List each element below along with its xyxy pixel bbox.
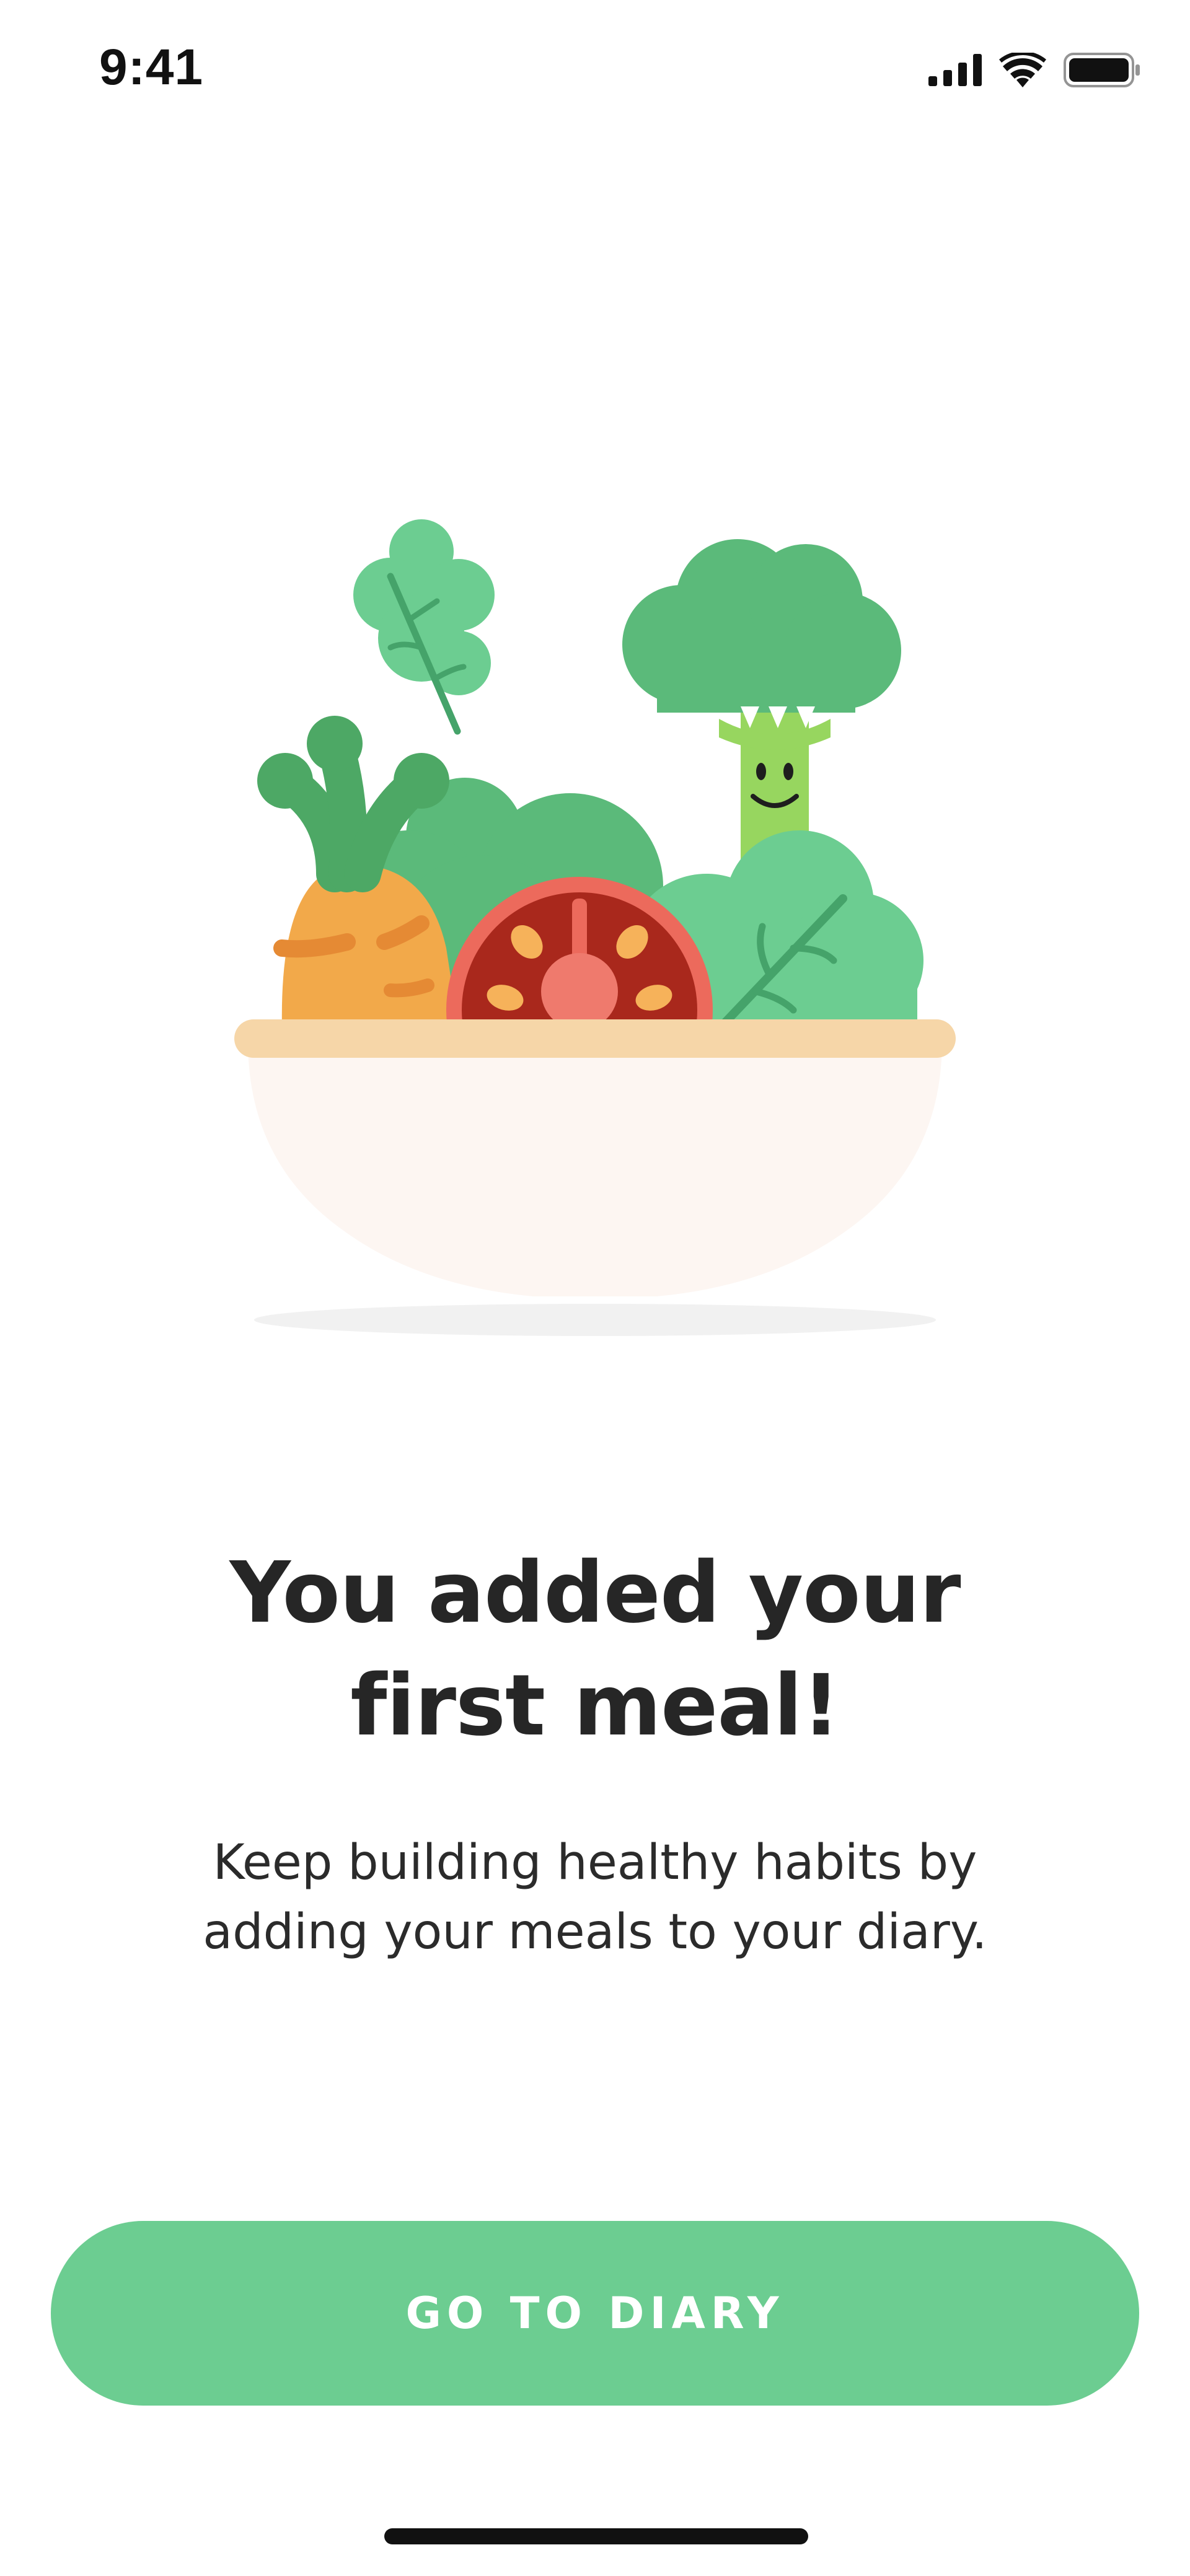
cellular-signal-icon bbox=[928, 54, 982, 89]
bowl-icon bbox=[248, 1041, 942, 1296]
salad-bowl-illustration bbox=[223, 514, 967, 1357]
status-time: 9:41 bbox=[99, 39, 204, 95]
subtitle-line-2: adding your meals to your diary. bbox=[203, 1904, 987, 1960]
status-icons bbox=[928, 51, 1140, 90]
subtitle-line-1: Keep building healthy habits by bbox=[213, 1835, 977, 1891]
broccoli-character-icon bbox=[622, 539, 901, 874]
bowl-shadow bbox=[254, 1304, 936, 1336]
page-title: You added your first meal! bbox=[99, 1537, 1091, 1762]
bowl-rim bbox=[234, 1019, 956, 1058]
battery-icon bbox=[1064, 52, 1140, 90]
go-to-diary-button[interactable]: GO TO DIARY bbox=[51, 2221, 1139, 2406]
page-subtitle: Keep building healthy habits by adding y… bbox=[161, 1828, 1029, 1967]
wifi-icon bbox=[999, 51, 1046, 90]
go-to-diary-label: GO TO DIARY bbox=[405, 2288, 785, 2339]
headline-line-1: You added your bbox=[229, 1544, 961, 1642]
herb-leaf-icon bbox=[353, 519, 495, 735]
headline-line-2: first meal! bbox=[350, 1657, 840, 1755]
home-indicator[interactable] bbox=[384, 2528, 808, 2544]
status-bar: 9:41 bbox=[0, 0, 1190, 149]
